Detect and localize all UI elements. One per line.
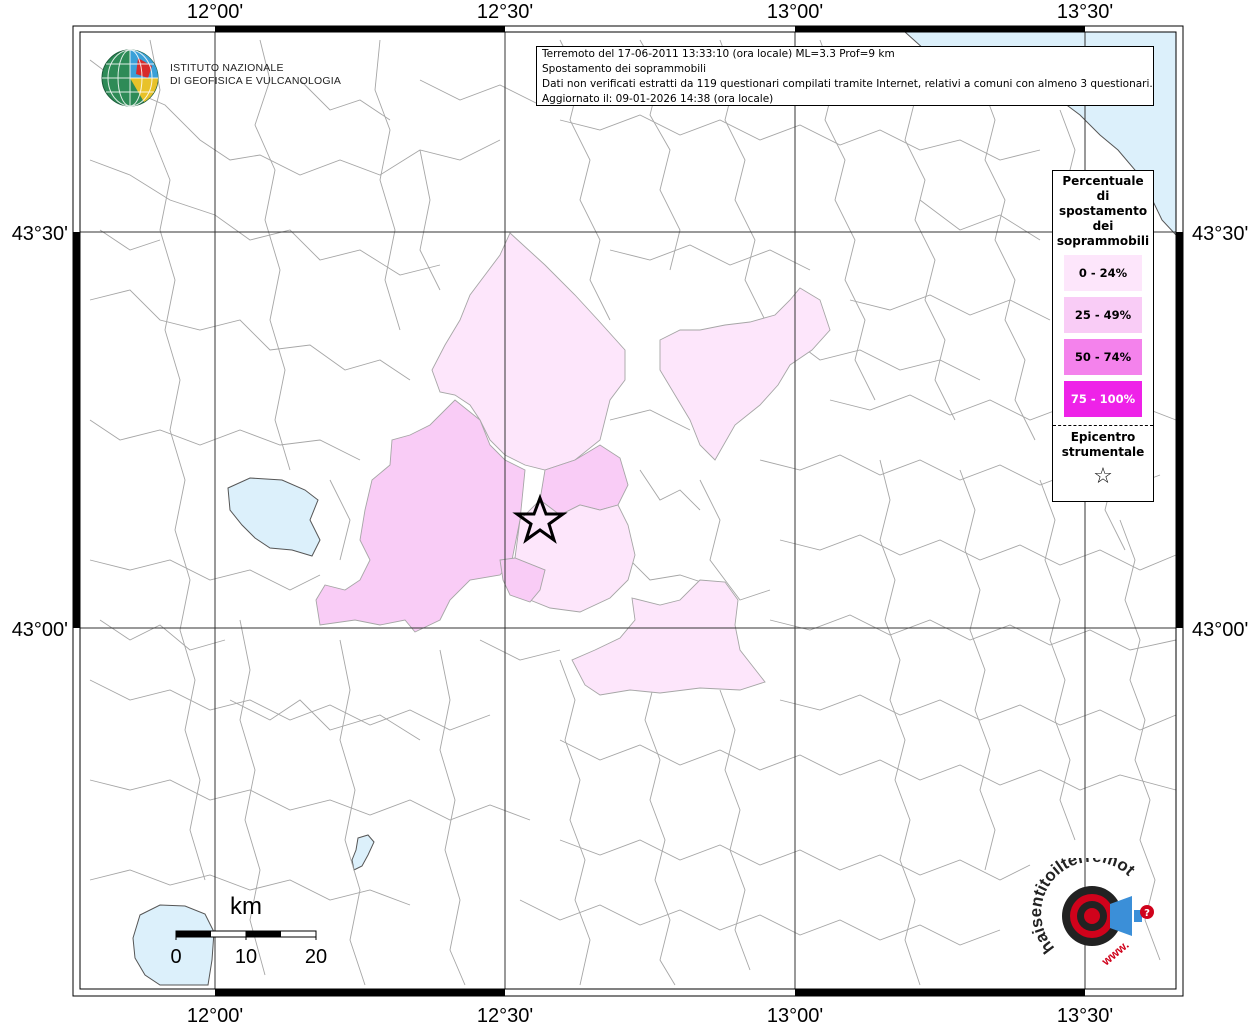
legend-title-line2: di (1096, 189, 1110, 203)
legend-star-icon: ☆ (1093, 464, 1113, 489)
data-note: Dati non verificati estratti da 119 ques… (542, 78, 1153, 90)
ingv-logo-text: ISTITUTO NAZIONALE DI GEOFISICA E VULCAN… (170, 62, 341, 88)
updated-at: Aggiornato il: 09-01-2026 14:38 (ora loc… (542, 93, 774, 105)
legend-title-line3: spostamento (1058, 204, 1148, 218)
legend-title-line4: dei (1092, 219, 1114, 233)
ingv-logo-line2: DI GEOFISICA E VULCANOLOGIA (170, 75, 342, 87)
legend-epicenter-line2: strumentale (1061, 445, 1145, 459)
event-title: Terremoto del 17-06-2011 13:33:10 (ora l… (542, 48, 895, 60)
top-tick-1: 12°00' (187, 1, 243, 23)
ingv-globe-icon (101, 49, 159, 107)
hsi-logo: haisentitoilterremoto.it ? www. (1030, 858, 1154, 969)
scale-tick-0: 0 (170, 946, 181, 968)
legend-class-2: 50 - 74% (1064, 339, 1142, 375)
event-info-box: Terremoto del 17-06-2011 13:33:10 (ora l… (536, 46, 1154, 106)
scale-tick-10: 10 (235, 946, 257, 968)
left-tick-2: 43°00' (12, 619, 68, 641)
right-tick-2: 43°00' (1192, 619, 1248, 641)
legend-epicenter-line1: Epicentro (1070, 430, 1136, 444)
legend-epicenter-title: Epicentro strumentale (1053, 430, 1153, 460)
scale-tick-20: 20 (305, 946, 327, 968)
legend-title: Percentuale di spostamento dei soprammob… (1053, 174, 1153, 249)
ingv-logo-line1: ISTITUTO NAZIONALE (170, 62, 284, 74)
legend-class-1: 25 - 49% (1064, 297, 1142, 333)
map-subject: Spostamento dei soprammobili (542, 63, 706, 75)
svg-text:?: ? (1144, 908, 1150, 919)
top-tick-2: 12°30' (477, 1, 533, 23)
scale-unit: km (230, 893, 262, 920)
bottom-tick-3: 13°00' (767, 1005, 823, 1024)
legend-class-0: 0 - 24% (1064, 255, 1142, 291)
scale-bar: km 0 10 20 (170, 893, 327, 968)
legend-separator (1053, 425, 1153, 426)
right-tick-1: 43°30' (1192, 223, 1248, 245)
bottom-tick-2: 12°30' (477, 1005, 533, 1024)
top-tick-4: 13°30' (1057, 1, 1113, 23)
legend-title-line5: soprammobili (1056, 234, 1150, 248)
megaphone-icon: ? (1062, 886, 1154, 946)
top-tick-3: 13°00' (767, 1, 823, 23)
legend: Percentuale di spostamento dei soprammob… (1052, 170, 1154, 502)
legend-class-3: 75 - 100% (1064, 381, 1142, 417)
legend-title-line1: Percentuale (1062, 174, 1144, 188)
bottom-tick-4: 13°30' (1057, 1005, 1113, 1024)
bottom-tick-1: 12°00' (187, 1005, 243, 1024)
left-tick-1: 43°30' (12, 223, 68, 245)
